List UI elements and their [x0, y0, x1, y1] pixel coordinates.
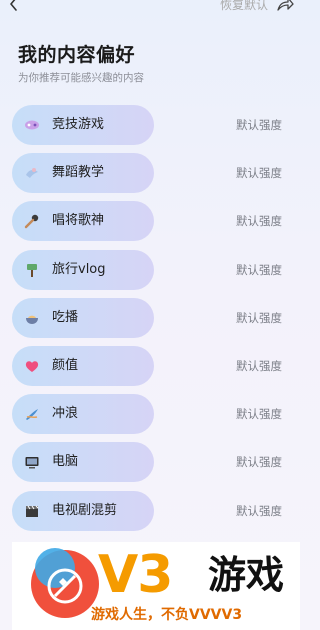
preference-item-label: 唱将歌神 [52, 213, 105, 229]
preference-item-label: 舞蹈教学 [52, 165, 105, 181]
preference-item-surfing[interactable]: 冲浪 默认强度 [0, 394, 300, 435]
heart-icon [24, 358, 40, 374]
preference-item-label: 颜值 [52, 357, 79, 373]
preference-item-competitive-games[interactable]: 竞技游戏 默认强度 [0, 105, 300, 145]
preference-item-level[interactable]: 默认强度 [236, 504, 282, 518]
preference-item-level[interactable]: 默认强度 [236, 311, 282, 325]
preference-item-level[interactable]: 默认强度 [236, 214, 282, 228]
computer-icon [24, 454, 40, 470]
preference-item-looks[interactable]: 颜值 默认强度 [0, 345, 300, 386]
signpost-icon [24, 262, 40, 278]
watermark: V3 游戏 游戏人生，不负VVVV3 [12, 542, 300, 630]
preference-item-label: 电脑 [52, 454, 79, 470]
preference-list: 竞技游戏 默认强度 舞蹈教学 默认强度 唱将歌神 默认强度 旅行vlog 默认强… [0, 105, 300, 539]
surfboard-icon [24, 406, 40, 422]
preference-item-label: 吃播 [52, 309, 79, 325]
preference-item-level[interactable]: 默认强度 [236, 455, 282, 469]
preference-item-label: 冲浪 [52, 406, 79, 422]
share-icon [277, 0, 294, 11]
preference-item-tv-drama-mashup[interactable]: 电视剧混剪 默认强度 [0, 490, 300, 531]
top-bar: 恢复默认 [0, 0, 300, 18]
preference-item-computer[interactable]: 电脑 默认强度 [0, 442, 300, 483]
preference-item-singers[interactable]: 唱将歌神 默认强度 [0, 201, 300, 242]
restore-default-button[interactable]: 恢复默认 [220, 0, 268, 12]
page-subtitle: 为你推荐可能感兴趣的内容 [18, 72, 144, 84]
microphone-icon [24, 213, 40, 229]
preference-item-dance-tutorial[interactable]: 舞蹈教学 默认强度 [0, 153, 300, 194]
preference-item-level[interactable]: 默认强度 [236, 166, 282, 180]
preference-item-travel-vlog[interactable]: 旅行vlog 默认强度 [0, 249, 300, 290]
clapperboard-icon [24, 503, 40, 519]
preference-item-label: 竞技游戏 [52, 117, 105, 132]
preference-item-mukbang[interactable]: 吃播 默认强度 [0, 297, 300, 338]
game-controller-icon [24, 117, 40, 133]
preference-item-level[interactable]: 默认强度 [236, 359, 282, 373]
watermark-brand: V3 [98, 545, 173, 605]
share-button[interactable] [276, 0, 294, 13]
preference-item-level[interactable]: 默认强度 [236, 118, 282, 132]
page-title: 我的内容偏好 [18, 44, 136, 66]
preference-item-level[interactable]: 默认强度 [236, 263, 282, 277]
preference-item-level[interactable]: 默认强度 [236, 407, 282, 421]
watermark-name: 游戏 [208, 553, 285, 597]
preference-item-label: 电视剧混剪 [52, 502, 118, 518]
back-button[interactable] [6, 0, 22, 12]
dance-icon [24, 165, 40, 181]
watermark-slogan: 游戏人生，不负VVVV3 [91, 607, 243, 623]
preference-item-label: 旅行vlog [52, 261, 106, 277]
chevron-left-icon [10, 0, 17, 11]
food-bowl-icon [24, 310, 40, 326]
